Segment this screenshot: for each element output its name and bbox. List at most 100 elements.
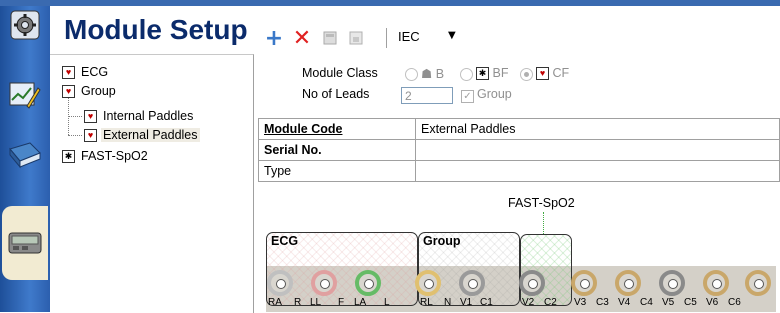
electrode-label: C3 — [596, 297, 609, 308]
table-row: Type — [258, 160, 780, 182]
ecg-group-box[interactable]: ECG — [266, 232, 418, 306]
bf-icon: ✱ — [476, 66, 489, 80]
table-row: Module Code External Paddles — [258, 118, 780, 140]
electrode-label: C6 — [728, 297, 741, 308]
electrode-icon[interactable] — [571, 270, 597, 296]
electrode-icon[interactable] — [311, 270, 337, 296]
cf-heart-icon: ♥ — [84, 109, 97, 123]
tree-item-internal-paddles[interactable]: ♥ Internal Paddles — [84, 107, 195, 125]
electrode-icon[interactable] — [355, 270, 381, 296]
electrode-icon[interactable] — [659, 270, 685, 296]
serial-no-key: Serial No. — [258, 139, 416, 161]
serial-no-value[interactable] — [415, 139, 780, 161]
edit-pencil-icon — [9, 82, 41, 109]
cf-heart-icon: ♥ — [84, 128, 97, 142]
class-b-option: ☗ B — [421, 66, 444, 81]
device-icon — [8, 232, 42, 254]
electrode-icon[interactable] — [267, 270, 293, 296]
group-title: Group — [423, 234, 461, 248]
electrode-icon[interactable] — [615, 270, 641, 296]
standard-select[interactable]: IEC — [398, 29, 420, 44]
module-setup-tab[interactable] — [2, 206, 48, 280]
book-icon — [9, 142, 41, 169]
electrode-dot — [580, 279, 590, 289]
tree-connector — [68, 135, 82, 136]
copy-icon — [323, 31, 337, 45]
fast-spo2-connector — [543, 212, 545, 234]
class-b-label: B — [435, 67, 445, 81]
tree-item-fast-spo2[interactable]: ✱ FAST-SpO2 — [62, 147, 150, 165]
leads-label: No of Leads — [302, 87, 370, 101]
electrode-label: L — [384, 297, 390, 308]
close-icon: ✕ — [292, 25, 312, 51]
b-type-icon: ☗ — [421, 67, 433, 81]
electrode-icon[interactable] — [703, 270, 729, 296]
gear-settings-icon[interactable] — [8, 8, 42, 42]
electrode-label: RL — [420, 297, 433, 308]
class-bf-option: ✱ BF — [476, 66, 508, 80]
class-b-radio[interactable] — [405, 68, 418, 81]
group-checkbox[interactable]: ✓ — [461, 90, 474, 103]
electrode-icon[interactable] — [745, 270, 771, 296]
electrode-icon[interactable] — [415, 270, 441, 296]
toolbar-separator — [386, 28, 387, 48]
electrode-dot — [364, 279, 374, 289]
table-row: Serial No. — [258, 139, 780, 161]
module-details-panel: Module Class No of Leads ☗ B ✱ BF ♥ CF 2… — [258, 54, 780, 312]
type-value[interactable] — [415, 160, 780, 182]
tree-item-label: Group — [81, 84, 116, 98]
electrode-label: V4 — [618, 297, 631, 308]
electrode-dot — [528, 279, 538, 289]
page-title: Module Setup — [64, 14, 248, 45]
edit-tool-button[interactable] — [8, 78, 42, 112]
electrode-label: V5 — [662, 297, 675, 308]
electrode-label: V2 — [522, 297, 535, 308]
electrode-dot — [712, 279, 722, 289]
tree-item-group[interactable]: ♥ Group — [62, 82, 118, 100]
class-cf-radio[interactable] — [520, 68, 533, 81]
tree-item-label: ECG — [81, 65, 109, 79]
electrode-label: C1 — [480, 297, 493, 308]
type-key: Type — [258, 160, 416, 182]
electrode-dot — [668, 279, 678, 289]
cf-heart-icon: ♥ — [62, 65, 75, 79]
gear-icon — [10, 10, 40, 40]
electrode-label: F — [338, 297, 345, 308]
properties-table: Module Code External Paddles Serial No. … — [258, 118, 780, 182]
paste-icon — [349, 31, 363, 45]
book-tool-button[interactable] — [8, 138, 42, 172]
electrode-diagram: FAST-SpO2 ECG Group RA R LL F LA L RL N V1 C1 V2 C2… — [258, 184, 780, 312]
tree-connector — [68, 116, 82, 117]
chevron-down-icon[interactable]: ▼ — [448, 30, 456, 41]
electrode-label: V1 — [460, 297, 473, 308]
module-code-key: Module Code — [258, 118, 416, 140]
electrode-label: V6 — [706, 297, 719, 308]
tree-item-external-paddles[interactable]: ♥ External Paddles — [84, 126, 200, 144]
paste-button[interactable] — [344, 26, 368, 50]
copy-button[interactable] — [318, 26, 342, 50]
electrode-dot — [468, 279, 478, 289]
electrode-dot — [754, 279, 764, 289]
electrode-label: LA — [354, 297, 367, 308]
class-cf-label: CF — [552, 66, 570, 80]
electrode-dot — [320, 279, 330, 289]
electrode-dot — [624, 279, 634, 289]
electrode-label: R — [294, 297, 302, 308]
tree-item-ecg[interactable]: ♥ ECG — [62, 63, 110, 81]
electrode-icon[interactable] — [459, 270, 485, 296]
cf-heart-icon: ♥ — [62, 84, 75, 98]
delete-button[interactable]: ✕ — [290, 25, 314, 51]
header: Module Setup + ✕ IEC ▼ — [50, 6, 780, 54]
leads-field[interactable]: 2 — [401, 87, 453, 104]
electrode-dot — [424, 279, 434, 289]
electrode-icon[interactable] — [519, 270, 545, 296]
add-button[interactable]: + — [262, 26, 286, 51]
cf-heart-icon: ♥ — [536, 66, 549, 80]
class-bf-label: BF — [492, 66, 509, 80]
left-toolbar — [0, 6, 50, 312]
class-cf-option: ♥ CF — [536, 66, 569, 80]
electrode-label: V3 — [574, 297, 587, 308]
class-bf-radio[interactable] — [460, 68, 473, 81]
module-code-value[interactable]: External Paddles — [415, 118, 780, 140]
electrode-label: C2 — [544, 297, 557, 308]
